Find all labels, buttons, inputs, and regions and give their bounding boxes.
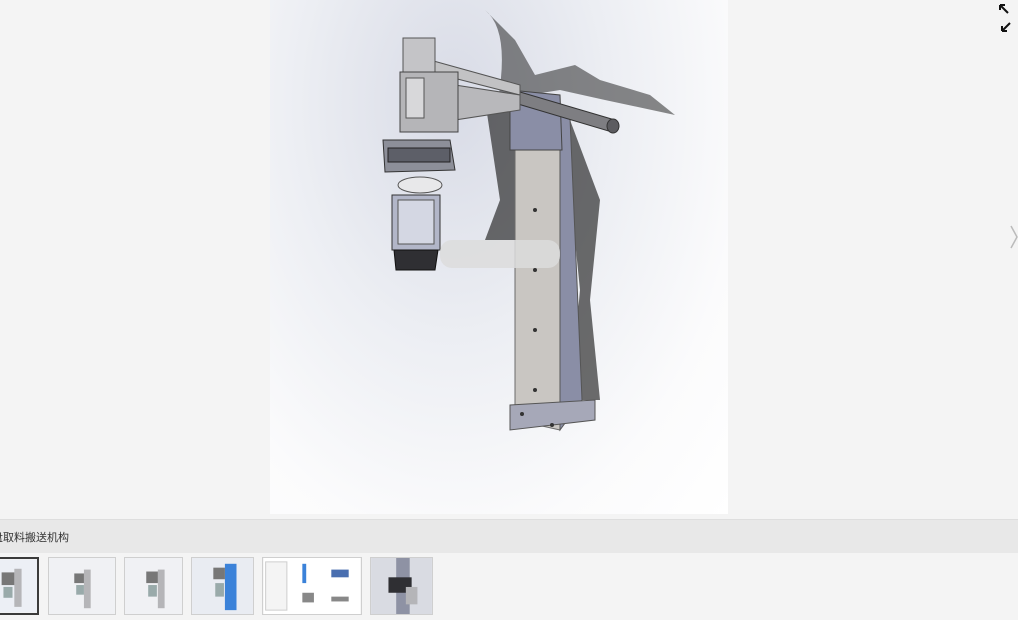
thumbnail-5[interactable] bbox=[262, 557, 362, 615]
thumbnail-2[interactable] bbox=[48, 557, 116, 615]
fullscreen-icon[interactable] bbox=[998, 3, 1012, 33]
main-image[interactable] bbox=[270, 0, 728, 514]
thumbnail-strip bbox=[0, 556, 1018, 620]
thumbnail-4[interactable] bbox=[191, 557, 254, 615]
thumbnail-6[interactable] bbox=[370, 557, 433, 615]
cad-render bbox=[382, 10, 675, 432]
thumbnail-1[interactable] bbox=[0, 557, 39, 615]
image-caption: 盘取料搬送机构 bbox=[0, 531, 69, 544]
thumbnail-3[interactable] bbox=[124, 557, 183, 615]
caption-bar: 盘取料搬送机构 bbox=[0, 519, 1018, 553]
chevron-right-icon[interactable] bbox=[1010, 222, 1018, 252]
image-viewer bbox=[0, 0, 1018, 518]
